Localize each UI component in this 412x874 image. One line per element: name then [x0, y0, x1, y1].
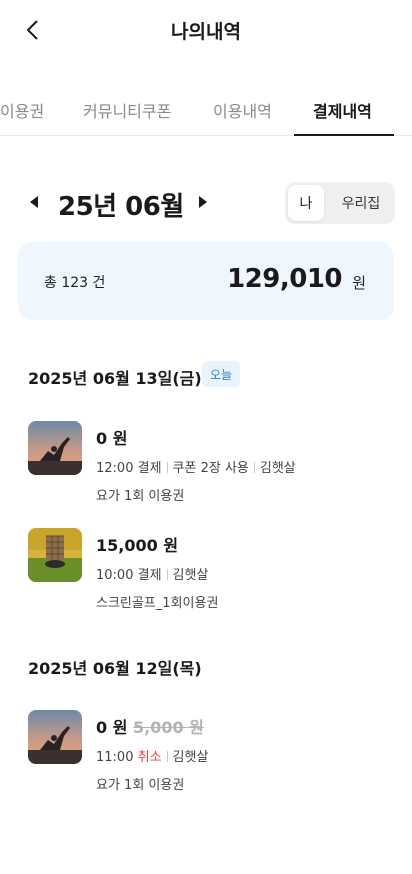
summary-card: 총 123 건 129,010 원: [18, 242, 394, 320]
page-title: 나의내역: [171, 21, 241, 43]
item-time: 12:00: [96, 461, 134, 476]
list-item[interactable]: 0 원 5,000 원 11:00 취소 김햇살 요가 1회 이용권: [28, 710, 388, 800]
triangle-right-icon[interactable]: [199, 196, 207, 208]
item-time: 11:00: [96, 750, 134, 765]
item-meta: 10:00 결제 김햇살: [96, 564, 208, 583]
divider: [166, 569, 168, 580]
tab-bar: 이용권 커뮤니티쿠폰 이용내역 결제내역: [0, 84, 412, 136]
tab-community-coupon[interactable]: 커뮤니티쿠폰: [83, 98, 171, 122]
item-user: 김햇살: [172, 750, 209, 765]
triangle-left-icon[interactable]: [30, 196, 38, 208]
yoga-thumbnail: [28, 421, 82, 475]
date-header: 2025년 06월 13일(금): [28, 369, 202, 388]
divider: [253, 462, 255, 473]
item-user: 김햇살: [259, 461, 296, 476]
item-user: 김햇살: [172, 568, 209, 583]
tab-passes[interactable]: 이용권: [0, 98, 44, 122]
tab-payment-history[interactable]: 결제내역: [313, 98, 372, 122]
yoga-thumbnail: [28, 710, 82, 764]
active-tab-indicator: [294, 134, 394, 136]
item-description: 요가 1회 이용권: [96, 489, 185, 504]
item-amount: 0 원: [96, 429, 128, 448]
month-label: 25년 06월: [58, 192, 184, 222]
item-amount: 15,000 원: [96, 536, 179, 555]
list-item[interactable]: 15,000 원 10:00 결제 김햇살 스크린골프_1회이용권: [28, 528, 388, 618]
item-time: 10:00: [96, 568, 134, 583]
month-selector: 25년 06월 나 우리집: [0, 182, 412, 226]
toggle-me-button[interactable]: 나: [288, 185, 324, 221]
item-meta: 12:00 결제 쿠폰 2장 사용 김햇살: [96, 457, 296, 476]
today-badge: 오늘: [202, 361, 241, 387]
divider: [166, 462, 168, 473]
scope-toggle: 나 우리집: [285, 182, 395, 224]
header-bar: 나의내역: [0, 0, 412, 62]
item-meta: 11:00 취소 김햇살: [96, 746, 208, 765]
item-coupon: 쿠폰 2장 사용: [172, 461, 249, 476]
divider: [166, 751, 168, 762]
item-amount: 0 원: [96, 718, 128, 737]
date-header: 2025년 06월 12일(목): [28, 659, 202, 678]
item-description: 스크린골프_1회이용권: [96, 596, 219, 611]
item-description: 요가 1회 이용권: [96, 778, 185, 793]
summary-unit: 원: [352, 274, 366, 292]
item-status: 결제: [137, 461, 162, 476]
golf-thumbnail: [28, 528, 82, 582]
tab-usage-history[interactable]: 이용내역: [213, 98, 272, 122]
summary-amount: 129,010: [227, 264, 342, 294]
item-status: 결제: [137, 568, 162, 583]
item-status-cancelled: 취소: [137, 750, 162, 765]
summary-count: 총 123 건: [44, 275, 106, 291]
item-original-amount: 5,000 원: [133, 718, 204, 737]
list-item[interactable]: 0 원 12:00 결제 쿠폰 2장 사용 김햇살 요가 1회 이용권: [28, 421, 388, 511]
toggle-home-button[interactable]: 우리집: [331, 185, 391, 221]
